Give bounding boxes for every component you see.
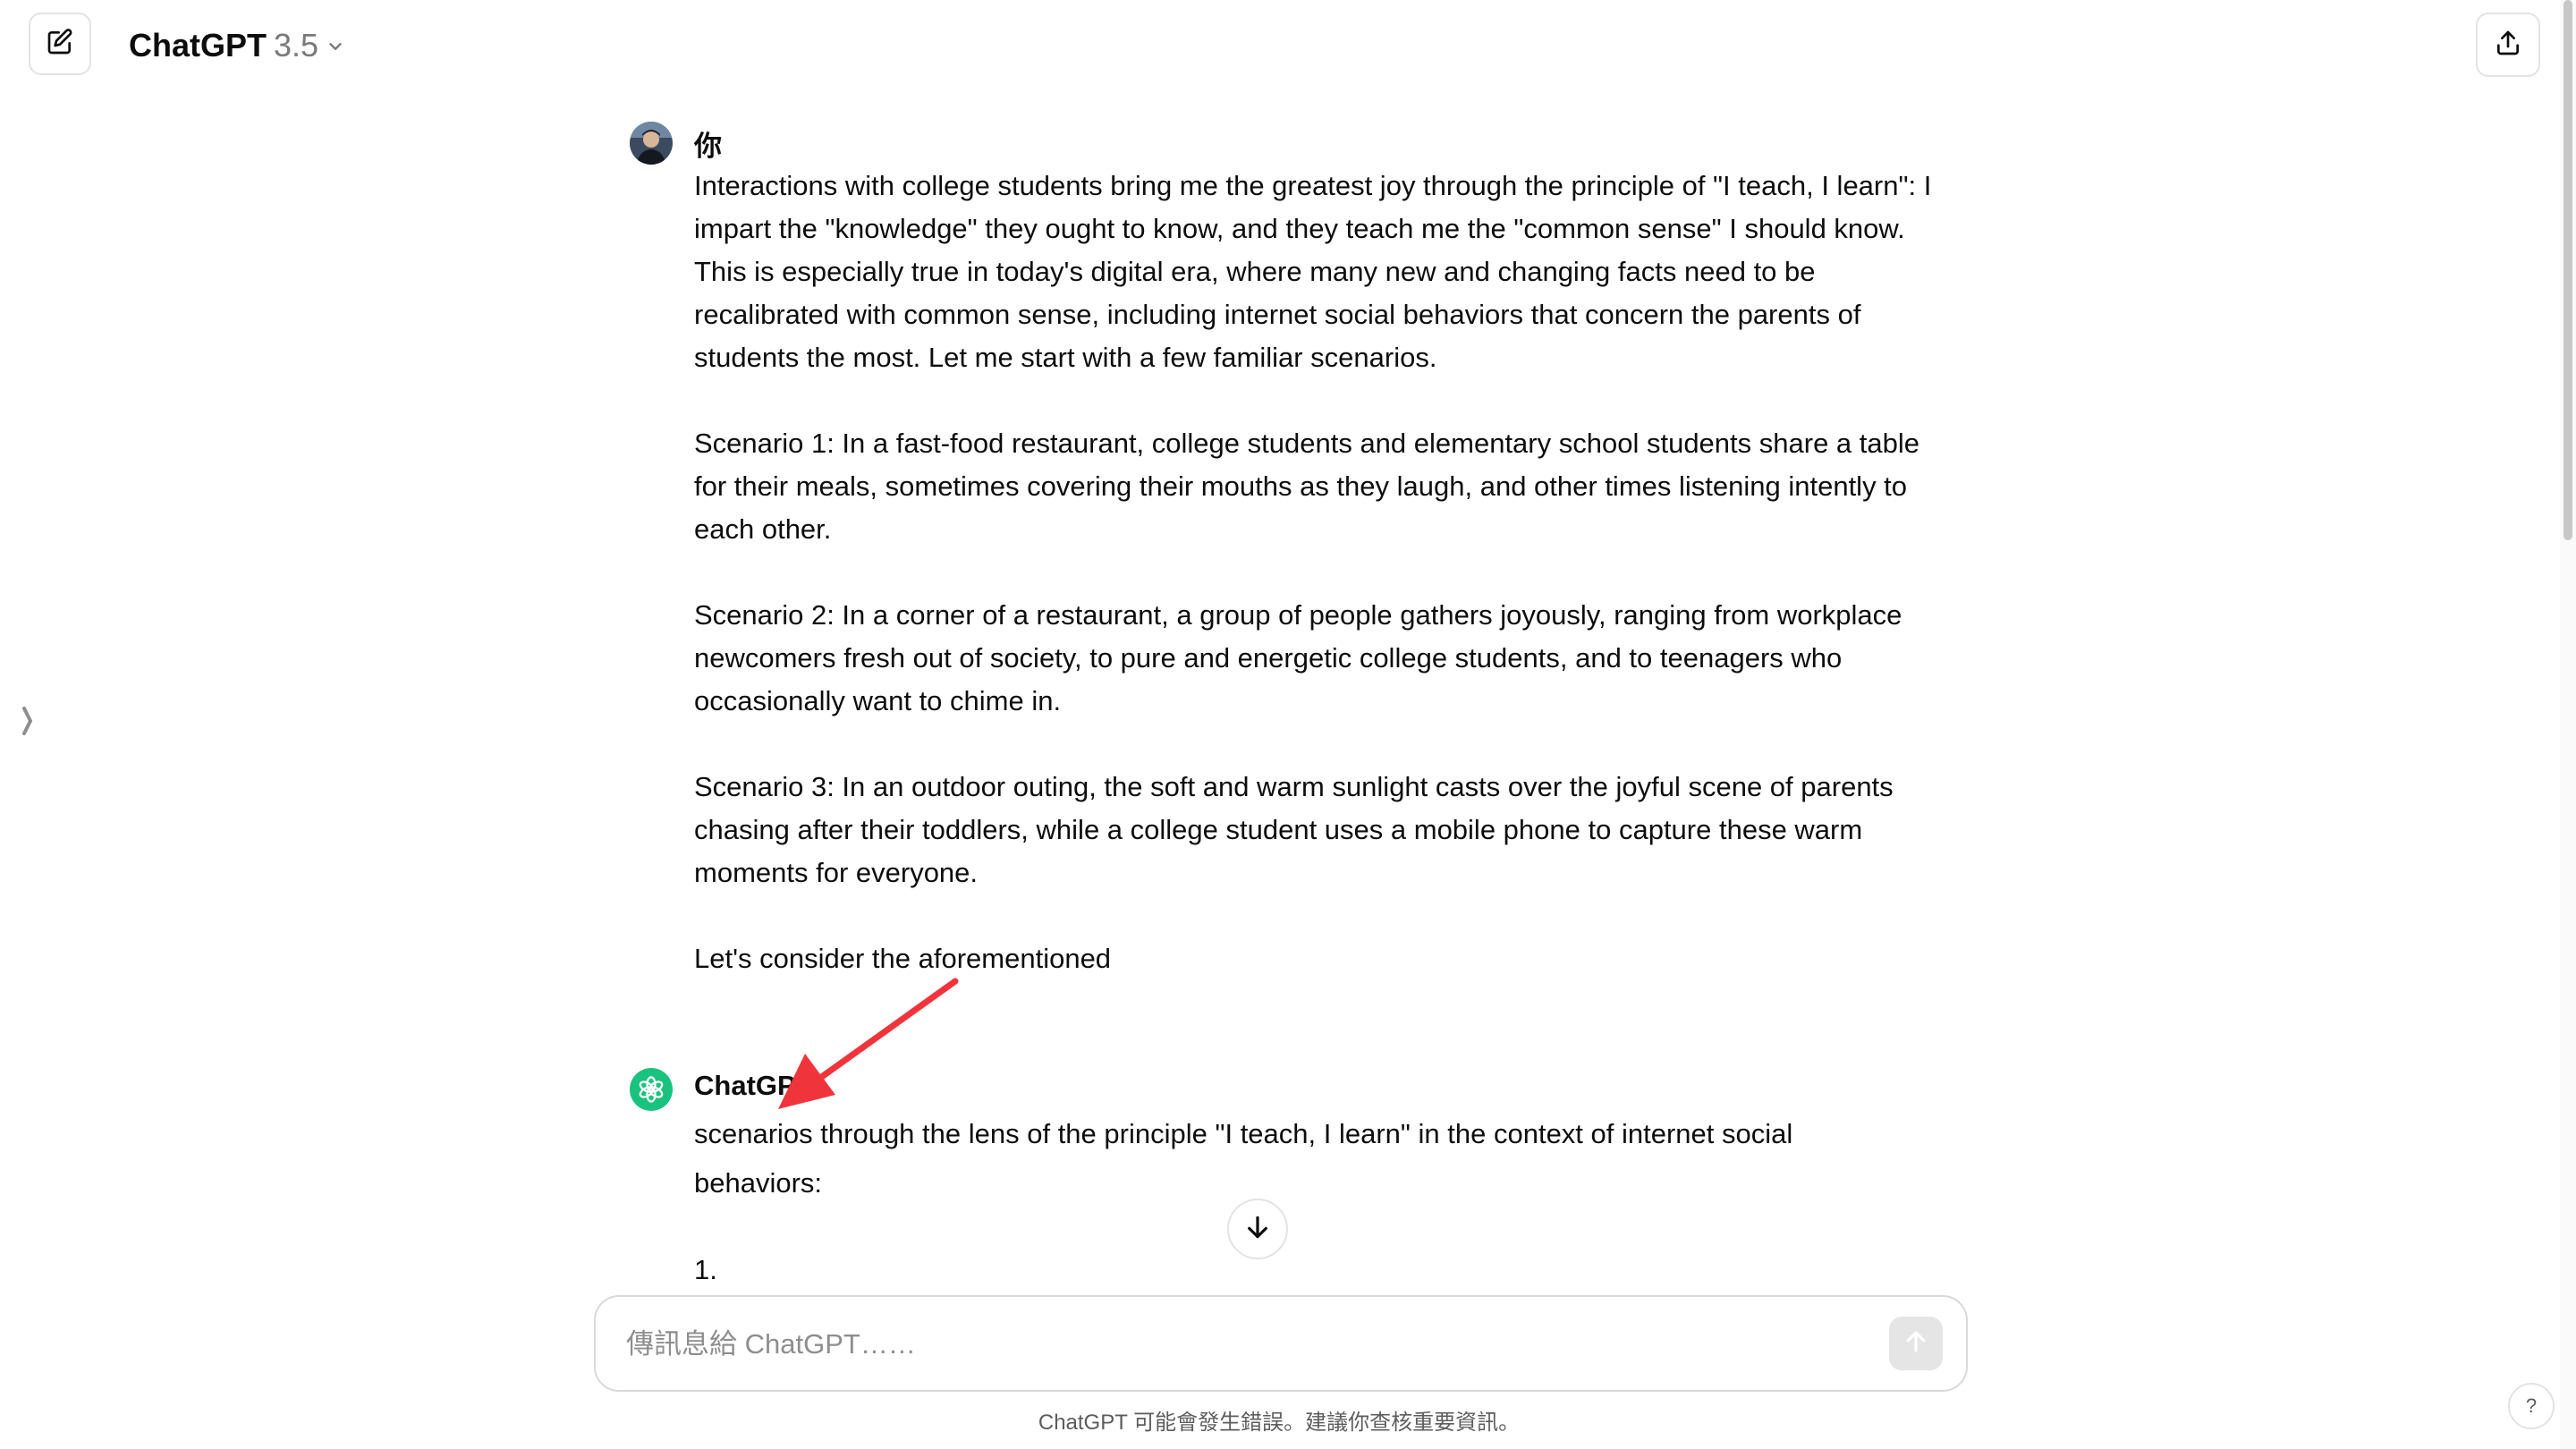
- scroll-to-bottom-button[interactable]: [1227, 1199, 1288, 1259]
- arrow-up-icon: [1902, 1328, 1929, 1360]
- message-input[interactable]: [624, 1317, 1862, 1372]
- disclaimer-text: ChatGPT 可能會發生錯誤。建議你查核重要資訊。: [1038, 1411, 1521, 1435]
- chevron-right-icon: [21, 703, 34, 743]
- chevron-down-icon: [326, 27, 345, 64]
- model-switcher[interactable]: ChatGPT 3.5: [129, 21, 345, 70]
- user-avatar: [630, 122, 673, 165]
- user-message-paragraph: Scenario 3: In an outdoor outing, the so…: [694, 771, 1894, 888]
- model-name: ChatGPT: [129, 27, 267, 64]
- model-version: 3.5: [274, 27, 319, 64]
- message-composer: [594, 1295, 1968, 1392]
- assistant-name: ChatGPT: [694, 1070, 813, 1101]
- share-button[interactable]: [2476, 13, 2540, 77]
- assistant-message-text: scenarios through the lens of the princi…: [694, 1118, 1793, 1199]
- chatgpt-logo-icon: [630, 1068, 673, 1111]
- user-message-paragraph: Scenario 1: In a fast-food restaurant, c…: [694, 428, 1919, 545]
- user-message-paragraph: Scenario 2: In a corner of a restaurant,…: [694, 599, 1902, 716]
- new-chat-button[interactable]: [29, 13, 91, 75]
- user-name: 你: [694, 131, 722, 162]
- user-message-paragraph: Interactions with college students bring…: [694, 170, 1932, 373]
- send-button[interactable]: [1889, 1317, 1943, 1370]
- arrow-down-icon: [1243, 1213, 1272, 1246]
- scrollbar-thumb[interactable]: [2563, 0, 2572, 540]
- help-label: ?: [2525, 1394, 2538, 1417]
- edit-icon: [46, 28, 74, 61]
- sidebar-toggle[interactable]: [20, 703, 36, 742]
- share-icon: [2494, 29, 2522, 62]
- user-message-paragraph: Let's consider the aforementioned: [694, 943, 1112, 974]
- help-button[interactable]: ?: [2508, 1383, 2555, 1429]
- assistant-list-marker: 1.: [694, 1254, 717, 1285]
